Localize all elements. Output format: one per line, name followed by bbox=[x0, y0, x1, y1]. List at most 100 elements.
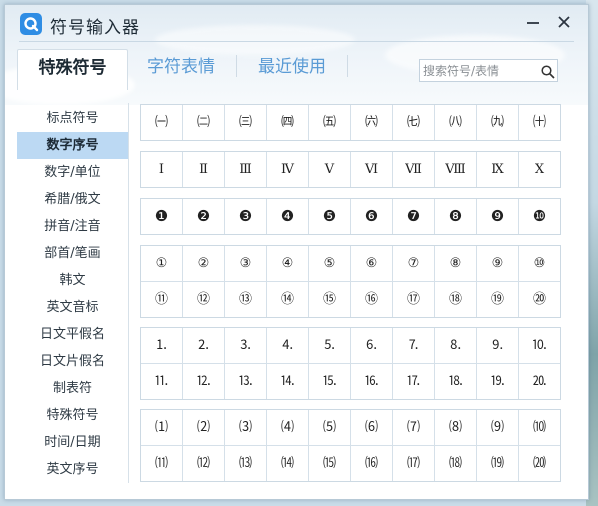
symbol-cell[interactable]: ④ bbox=[266, 246, 308, 281]
symbol-cell[interactable]: ⒐ bbox=[476, 328, 518, 363]
sidebar-item[interactable]: 日文平假名 bbox=[17, 321, 128, 348]
symbol-cell[interactable]: ⒖ bbox=[308, 364, 350, 399]
symbol-cell[interactable]: Ⅱ bbox=[182, 152, 224, 187]
symbol-cell[interactable]: ⑤ bbox=[308, 246, 350, 281]
symbol-cell[interactable]: ⒚ bbox=[476, 364, 518, 399]
symbol-cell[interactable]: ⒔ bbox=[224, 364, 266, 399]
symbol-cell[interactable]: ⒕ bbox=[266, 364, 308, 399]
symbol-cell[interactable]: ❻ bbox=[350, 199, 392, 234]
symbol-cell[interactable]: ⒄ bbox=[392, 446, 434, 481]
symbol-cell[interactable]: ㈩ bbox=[518, 105, 560, 140]
symbol-cell[interactable]: ① bbox=[141, 246, 182, 281]
symbol-cell[interactable]: ⑵ bbox=[182, 410, 224, 445]
symbol-cell[interactable]: ⑸ bbox=[308, 410, 350, 445]
symbol-cell[interactable]: ⒇ bbox=[518, 446, 560, 481]
symbol-cell[interactable]: ⒁ bbox=[266, 446, 308, 481]
symbol-cell[interactable]: ❿ bbox=[518, 199, 560, 234]
symbol-cell[interactable]: ⒆ bbox=[476, 446, 518, 481]
symbol-cell[interactable]: ⑩ bbox=[518, 246, 560, 281]
symbol-cell[interactable]: ⒃ bbox=[350, 446, 392, 481]
symbol-cell[interactable]: ⒊ bbox=[224, 328, 266, 363]
symbol-cell[interactable]: ⒎ bbox=[392, 328, 434, 363]
symbol-cell[interactable]: ⒗ bbox=[350, 364, 392, 399]
symbol-cell[interactable]: ⑾ bbox=[141, 446, 182, 481]
sidebar-item[interactable]: 日文片假名 bbox=[17, 348, 128, 375]
symbol-cell[interactable]: ㈦ bbox=[392, 105, 434, 140]
symbol-cell[interactable]: ⒈ bbox=[141, 328, 182, 363]
symbol-cell[interactable]: Ⅵ bbox=[350, 152, 392, 187]
symbol-cell[interactable]: Ⅷ bbox=[434, 152, 476, 187]
symbol-cell[interactable]: ❷ bbox=[182, 199, 224, 234]
symbol-cell[interactable]: ㈢ bbox=[224, 105, 266, 140]
symbol-cell[interactable]: ⑥ bbox=[350, 246, 392, 281]
symbol-cell[interactable]: ⑨ bbox=[476, 246, 518, 281]
symbol-cell[interactable]: ⑧ bbox=[434, 246, 476, 281]
sidebar-item[interactable]: 韩文 bbox=[17, 267, 128, 294]
symbol-cell[interactable]: ⑰ bbox=[392, 282, 434, 317]
symbol-cell[interactable]: ⑷ bbox=[266, 410, 308, 445]
symbol-cell[interactable]: ⒛ bbox=[518, 364, 560, 399]
symbol-cell[interactable]: ⑲ bbox=[476, 282, 518, 317]
symbol-cell[interactable]: ③ bbox=[224, 246, 266, 281]
symbol-cell[interactable]: ㈧ bbox=[434, 105, 476, 140]
search-input[interactable] bbox=[423, 61, 533, 80]
symbol-cell[interactable]: ⒉ bbox=[182, 328, 224, 363]
symbol-cell[interactable]: ㈣ bbox=[266, 105, 308, 140]
sidebar-item[interactable]: 部首/笔画 bbox=[17, 240, 128, 267]
symbol-cell[interactable]: ❹ bbox=[266, 199, 308, 234]
symbol-cell[interactable]: ㈥ bbox=[350, 105, 392, 140]
symbol-cell[interactable]: ㈠ bbox=[141, 105, 182, 140]
symbol-cell[interactable]: ⒌ bbox=[308, 328, 350, 363]
sidebar-item[interactable]: 数字序号 bbox=[17, 132, 128, 159]
symbol-cell[interactable]: ⒒ bbox=[141, 364, 182, 399]
symbol-cell[interactable]: ❶ bbox=[141, 199, 182, 234]
sidebar-item[interactable]: 拼音/注音 bbox=[17, 213, 128, 240]
sidebar-item[interactable]: 时间/日期 bbox=[17, 429, 128, 456]
symbol-cell[interactable]: ⑭ bbox=[266, 282, 308, 317]
symbol-cell[interactable]: ⑼ bbox=[476, 410, 518, 445]
symbol-cell[interactable]: Ⅲ bbox=[224, 152, 266, 187]
sidebar-item[interactable]: 标点符号 bbox=[17, 105, 128, 132]
symbol-cell[interactable]: ⑹ bbox=[350, 410, 392, 445]
symbol-cell[interactable]: ⒍ bbox=[350, 328, 392, 363]
symbol-cell[interactable]: ⑳ bbox=[518, 282, 560, 317]
symbol-cell[interactable]: ⑶ bbox=[224, 410, 266, 445]
symbol-cell[interactable]: ㈨ bbox=[476, 105, 518, 140]
symbol-cell[interactable]: ⒑ bbox=[518, 328, 560, 363]
symbol-cell[interactable]: ⒅ bbox=[434, 446, 476, 481]
sidebar-item[interactable]: 希腊/俄文 bbox=[17, 186, 128, 213]
symbol-cell[interactable]: ⒂ bbox=[308, 446, 350, 481]
symbol-cell[interactable]: Ⅶ bbox=[392, 152, 434, 187]
close-icon[interactable] bbox=[555, 13, 573, 31]
symbol-cell[interactable]: Ⅹ bbox=[518, 152, 560, 187]
sidebar-item[interactable]: 英文序号 bbox=[17, 456, 128, 483]
symbol-cell[interactable]: ⑱ bbox=[434, 282, 476, 317]
symbol-cell[interactable]: ⒓ bbox=[182, 364, 224, 399]
symbol-cell[interactable]: ㈤ bbox=[308, 105, 350, 140]
symbol-cell[interactable]: ❺ bbox=[308, 199, 350, 234]
symbol-cell[interactable]: ⒋ bbox=[266, 328, 308, 363]
symbol-cell[interactable]: Ⅸ bbox=[476, 152, 518, 187]
symbol-cell[interactable]: ⑫ bbox=[182, 282, 224, 317]
tab-emoticons[interactable]: 字符表情 bbox=[147, 49, 215, 89]
minimize-icon[interactable] bbox=[524, 13, 542, 31]
search-icon[interactable] bbox=[541, 64, 555, 79]
symbol-cell[interactable]: ⑴ bbox=[141, 410, 182, 445]
symbol-cell[interactable]: ⒘ bbox=[392, 364, 434, 399]
symbol-cell[interactable]: ⒙ bbox=[434, 364, 476, 399]
sidebar-item[interactable]: 英文音标 bbox=[17, 294, 128, 321]
sidebar-item[interactable]: 特殊符号 bbox=[17, 402, 128, 429]
symbol-cell[interactable]: ⑿ bbox=[182, 446, 224, 481]
symbol-cell[interactable]: ⑦ bbox=[392, 246, 434, 281]
symbol-cell[interactable]: ⑬ bbox=[224, 282, 266, 317]
symbol-cell[interactable]: Ⅳ bbox=[266, 152, 308, 187]
sidebar-item[interactable]: 数字/单位 bbox=[17, 159, 128, 186]
tab-special-symbols[interactable]: 特殊符号 bbox=[17, 49, 128, 90]
symbol-cell[interactable]: ❽ bbox=[434, 199, 476, 234]
symbol-cell[interactable]: ❸ bbox=[224, 199, 266, 234]
symbol-cell[interactable]: ⑺ bbox=[392, 410, 434, 445]
symbol-cell[interactable]: ❼ bbox=[392, 199, 434, 234]
symbol-cell[interactable]: ⑻ bbox=[434, 410, 476, 445]
symbol-cell[interactable]: ㈡ bbox=[182, 105, 224, 140]
symbol-cell[interactable]: ⑯ bbox=[350, 282, 392, 317]
